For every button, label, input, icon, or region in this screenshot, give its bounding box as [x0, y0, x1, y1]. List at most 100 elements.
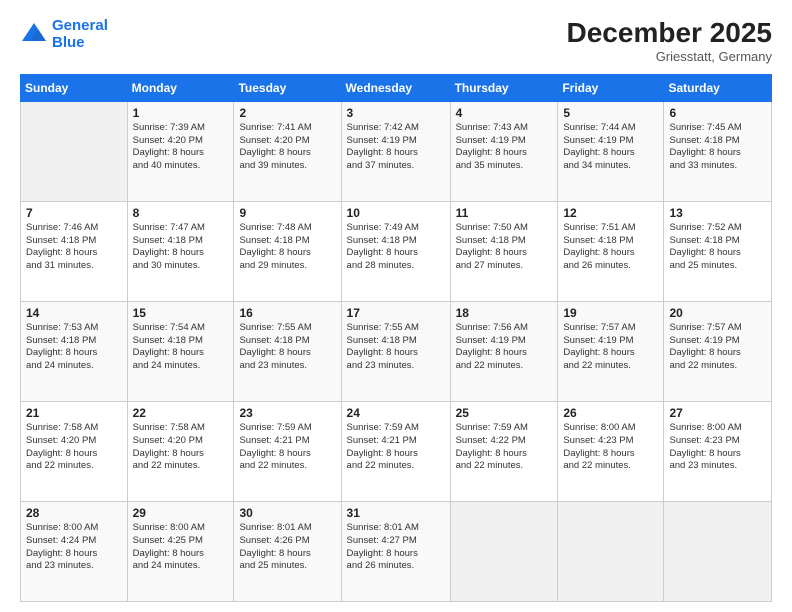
cell-info: Sunrise: 7:47 AMSunset: 4:18 PMDaylight:…	[133, 222, 229, 273]
day-number: 3	[347, 106, 445, 120]
calendar-week-row: 7 Sunrise: 7:46 AMSunset: 4:18 PMDaylight…	[21, 201, 772, 301]
calendar-table: SundayMondayTuesdayWednesdayThursdayFrid…	[20, 74, 772, 602]
cell-info: Sunrise: 7:46 AMSunset: 4:18 PMDaylight:…	[26, 222, 122, 273]
cell-info: Sunrise: 7:48 AMSunset: 4:18 PMDaylight:…	[239, 222, 335, 273]
title-block: December 2025 Griesstatt, Germany	[567, 18, 772, 64]
cell-info: Sunrise: 7:45 AMSunset: 4:18 PMDaylight:…	[669, 122, 766, 173]
day-number: 26	[563, 406, 658, 420]
day-number: 9	[239, 206, 335, 220]
calendar-cell: 5 Sunrise: 7:44 AMSunset: 4:19 PMDaylight…	[558, 101, 664, 201]
cell-info: Sunrise: 7:51 AMSunset: 4:18 PMDaylight:…	[563, 222, 658, 273]
cell-info: Sunrise: 7:42 AMSunset: 4:19 PMDaylight:…	[347, 122, 445, 173]
day-number: 8	[133, 206, 229, 220]
calendar-cell: 18Sunrise: 7:56 AMSunset: 4:19 PMDayligh…	[450, 301, 558, 401]
day-number: 11	[456, 206, 553, 220]
day-number: 13	[669, 206, 766, 220]
day-number: 23	[239, 406, 335, 420]
calendar-cell	[664, 501, 772, 601]
calendar-cell: 7 Sunrise: 7:46 AMSunset: 4:18 PMDaylight…	[21, 201, 128, 301]
day-header-thursday: Thursday	[450, 74, 558, 101]
calendar-week-row: 14 Sunrise: 7:53 AMSunset: 4:18 PMDayligh…	[21, 301, 772, 401]
day-number: 31	[347, 506, 445, 520]
cell-info: Sunrise: 7:44 AMSunset: 4:19 PMDaylight:…	[563, 122, 658, 173]
logo-icon	[20, 21, 48, 49]
cell-info: Sunrise: 7:50 AMSunset: 4:18 PMDaylight:…	[456, 222, 553, 273]
cell-info: Sunrise: 7:58 AMSunset: 4:20 PMDaylight:…	[26, 422, 122, 473]
day-number: 10	[347, 206, 445, 220]
calendar-header-row: SundayMondayTuesdayWednesdayThursdayFrid…	[21, 74, 772, 101]
day-header-monday: Monday	[127, 74, 234, 101]
cell-info: Sunrise: 7:59 AMSunset: 4:21 PMDaylight:…	[239, 422, 335, 473]
day-number: 17	[347, 306, 445, 320]
calendar-cell: 9 Sunrise: 7:48 AMSunset: 4:18 PMDaylight…	[234, 201, 341, 301]
day-number: 18	[456, 306, 553, 320]
calendar-cell: 19 Sunrise: 7:57 AMSunset: 4:19 PMDayligh…	[558, 301, 664, 401]
day-number: 4	[456, 106, 553, 120]
calendar-cell: 25Sunrise: 7:59 AMSunset: 4:22 PMDayligh…	[450, 401, 558, 501]
day-number: 16	[239, 306, 335, 320]
calendar-cell: 2 Sunrise: 7:41 AMSunset: 4:20 PMDaylight…	[234, 101, 341, 201]
calendar-cell: 26 Sunrise: 8:00 AMSunset: 4:23 PMDayligh…	[558, 401, 664, 501]
month-title: December 2025	[567, 18, 772, 49]
calendar-cell	[21, 101, 128, 201]
calendar-cell: 10 Sunrise: 7:49 AMSunset: 4:18 PMDayligh…	[341, 201, 450, 301]
cell-info: Sunrise: 7:59 AMSunset: 4:22 PMDaylight:…	[456, 422, 553, 473]
day-header-sunday: Sunday	[21, 74, 128, 101]
calendar-cell: 4 Sunrise: 7:43 AMSunset: 4:19 PMDaylight…	[450, 101, 558, 201]
day-number: 28	[26, 506, 122, 520]
day-number: 6	[669, 106, 766, 120]
cell-info: Sunrise: 7:52 AMSunset: 4:18 PMDaylight:…	[669, 222, 766, 273]
day-number: 19	[563, 306, 658, 320]
header: General Blue December 2025 Griesstatt, G…	[20, 18, 772, 64]
calendar-cell: 29Sunrise: 8:00 AMSunset: 4:25 PMDayligh…	[127, 501, 234, 601]
day-number: 22	[133, 406, 229, 420]
day-number: 7	[26, 206, 122, 220]
day-number: 12	[563, 206, 658, 220]
calendar-cell: 22 Sunrise: 7:58 AMSunset: 4:20 PMDayligh…	[127, 401, 234, 501]
cell-info: Sunrise: 8:01 AMSunset: 4:26 PMDaylight:…	[239, 522, 335, 573]
calendar-cell: 8 Sunrise: 7:47 AMSunset: 4:18 PMDaylight…	[127, 201, 234, 301]
day-header-friday: Friday	[558, 74, 664, 101]
calendar-cell: 24Sunrise: 7:59 AMSunset: 4:21 PMDayligh…	[341, 401, 450, 501]
day-number: 14	[26, 306, 122, 320]
calendar-cell: 14 Sunrise: 7:53 AMSunset: 4:18 PMDayligh…	[21, 301, 128, 401]
calendar-cell: 3 Sunrise: 7:42 AMSunset: 4:19 PMDaylight…	[341, 101, 450, 201]
calendar-cell: 1 Sunrise: 7:39 AMSunset: 4:20 PMDaylight…	[127, 101, 234, 201]
cell-info: Sunrise: 7:55 AMSunset: 4:18 PMDaylight:…	[239, 322, 335, 373]
day-number: 1	[133, 106, 229, 120]
day-number: 2	[239, 106, 335, 120]
calendar-cell: 13 Sunrise: 7:52 AMSunset: 4:18 PMDayligh…	[664, 201, 772, 301]
calendar-week-row: 21Sunrise: 7:58 AMSunset: 4:20 PMDayligh…	[21, 401, 772, 501]
cell-info: Sunrise: 7:53 AMSunset: 4:18 PMDaylight:…	[26, 322, 122, 373]
day-number: 24	[347, 406, 445, 420]
calendar-cell: 17 Sunrise: 7:55 AMSunset: 4:18 PMDayligh…	[341, 301, 450, 401]
cell-info: Sunrise: 8:00 AMSunset: 4:25 PMDaylight:…	[133, 522, 229, 573]
cell-info: Sunrise: 7:58 AMSunset: 4:20 PMDaylight:…	[133, 422, 229, 473]
calendar-cell: 16 Sunrise: 7:55 AMSunset: 4:18 PMDayligh…	[234, 301, 341, 401]
page: General Blue December 2025 Griesstatt, G…	[0, 0, 792, 612]
day-number: 5	[563, 106, 658, 120]
cell-info: Sunrise: 7:54 AMSunset: 4:18 PMDaylight:…	[133, 322, 229, 373]
location: Griesstatt, Germany	[567, 49, 772, 64]
calendar-cell: 27Sunrise: 8:00 AMSunset: 4:23 PMDayligh…	[664, 401, 772, 501]
calendar-week-row: 28Sunrise: 8:00 AMSunset: 4:24 PMDayligh…	[21, 501, 772, 601]
calendar-cell: 31Sunrise: 8:01 AMSunset: 4:27 PMDayligh…	[341, 501, 450, 601]
calendar-cell: 30 Sunrise: 8:01 AMSunset: 4:26 PMDayligh…	[234, 501, 341, 601]
cell-info: Sunrise: 8:00 AMSunset: 4:23 PMDaylight:…	[563, 422, 658, 473]
cell-info: Sunrise: 7:41 AMSunset: 4:20 PMDaylight:…	[239, 122, 335, 173]
logo-line1: General	[52, 17, 108, 34]
day-number: 30	[239, 506, 335, 520]
logo-line2: Blue	[52, 34, 85, 51]
cell-info: Sunrise: 7:39 AMSunset: 4:20 PMDaylight:…	[133, 122, 229, 173]
cell-info: Sunrise: 7:57 AMSunset: 4:19 PMDaylight:…	[669, 322, 766, 373]
day-number: 15	[133, 306, 229, 320]
cell-info: Sunrise: 7:49 AMSunset: 4:18 PMDaylight:…	[347, 222, 445, 273]
cell-info: Sunrise: 7:43 AMSunset: 4:19 PMDaylight:…	[456, 122, 553, 173]
logo: General Blue	[20, 18, 108, 51]
cell-info: Sunrise: 7:57 AMSunset: 4:19 PMDaylight:…	[563, 322, 658, 373]
calendar-cell: 28Sunrise: 8:00 AMSunset: 4:24 PMDayligh…	[21, 501, 128, 601]
cell-info: Sunrise: 7:55 AMSunset: 4:18 PMDaylight:…	[347, 322, 445, 373]
cell-info: Sunrise: 8:00 AMSunset: 4:23 PMDaylight:…	[669, 422, 766, 473]
day-header-saturday: Saturday	[664, 74, 772, 101]
day-header-tuesday: Tuesday	[234, 74, 341, 101]
